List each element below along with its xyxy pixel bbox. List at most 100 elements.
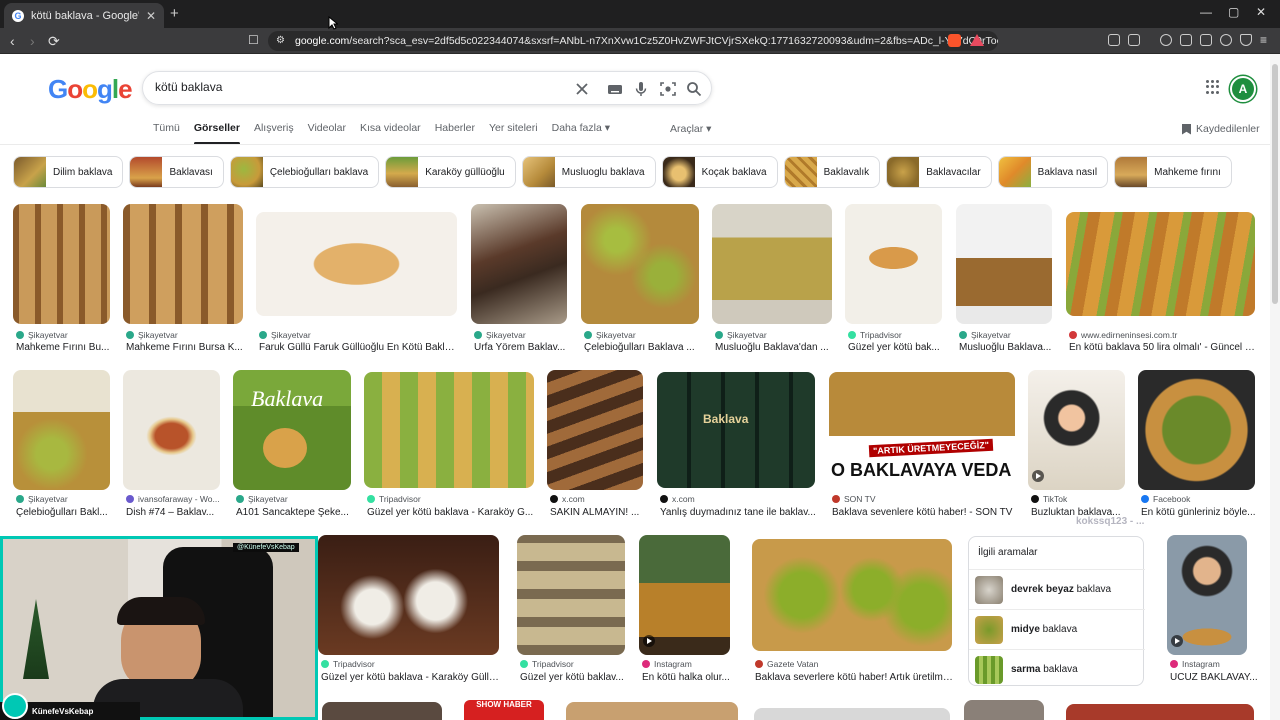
result-source: Tripadvisor: [367, 494, 421, 504]
image-result[interactable]: TikTok Buzluktan baklava...: [1028, 370, 1125, 518]
baklava-piece: [263, 428, 307, 468]
site-info-icon[interactable]: ⚙: [276, 35, 285, 46]
screenshot-icon[interactable]: [1128, 34, 1140, 46]
search-icon[interactable]: [686, 81, 702, 97]
brave-shields-icon[interactable]: [948, 34, 961, 47]
image-result[interactable]: Şikayetvar Mahkeme Fırını Bu...: [13, 204, 110, 353]
image-result[interactable]: Tripadvisor Güzel yer kötü baklava - Kar…: [364, 372, 534, 518]
chip-label: Karaköy güllüoğlu: [425, 166, 505, 178]
result-source: Şikayetvar: [474, 330, 526, 340]
clear-icon[interactable]: [574, 81, 590, 97]
microphone-icon[interactable]: [633, 81, 649, 97]
result-image: [845, 204, 942, 324]
wallet-icon[interactable]: [1200, 34, 1212, 46]
image-result[interactable]: Gazete Vatan Baklava severlere kötü habe…: [752, 539, 953, 683]
sidebar-icon[interactable]: [1180, 34, 1192, 46]
result-image: [123, 370, 220, 490]
close-window-button[interactable]: ✕: [1256, 5, 1266, 19]
chip-label: Dilim baklava: [53, 166, 113, 178]
tab-places[interactable]: Yer siteleri: [489, 122, 538, 134]
image-result[interactable]: Baklava x.com Yanlış duymadınız tane ile…: [657, 372, 816, 518]
chip[interactable]: Musluoglu baklava: [521, 156, 656, 188]
chip[interactable]: Koçak baklava: [661, 156, 778, 188]
image-result[interactable]: Instagram UCUZ BAKLAVAY...: [1167, 535, 1258, 683]
close-tab-icon[interactable]: ✕: [146, 9, 156, 23]
keyboard-icon[interactable]: [607, 81, 623, 97]
tools-button[interactable]: Araçlar ▾: [670, 123, 711, 135]
result-image-partial[interactable]: [964, 700, 1044, 720]
media-icon[interactable]: [1160, 34, 1172, 46]
menu-icon[interactable]: ≡: [1260, 33, 1267, 47]
bookmark-icon[interactable]: ☐: [248, 33, 259, 47]
image-result[interactable]: x.com SAKIN ALMAYIN! ...: [547, 370, 643, 518]
maximize-button[interactable]: ▢: [1228, 5, 1239, 19]
related-search-item[interactable]: midye baklava: [969, 609, 1145, 649]
chip[interactable]: Çelebioğulları baklava: [229, 156, 380, 188]
browser-tab[interactable]: G kötü baklava - Google'da Ara ✕: [4, 3, 164, 28]
image-result[interactable]: Şikayetvar Faruk Güllü Faruk Güllüoğlu E…: [256, 212, 458, 353]
back-icon[interactable]: ‹: [10, 33, 15, 49]
result-image: [13, 204, 110, 324]
google-logo[interactable]: Google: [48, 74, 133, 105]
image-result[interactable]: Instagram En kötü halka olur...: [639, 535, 730, 683]
image-result[interactable]: "ARTIK ÜRETMEYECEĞİZ" O BAKLAVAYA VEDA E…: [829, 372, 1015, 518]
chip-label: Baklava nasıl: [1037, 166, 1098, 178]
scrollbar-thumb[interactable]: [1272, 64, 1278, 304]
image-result[interactable]: Facebook En kötü günleriniz böyle...: [1138, 370, 1256, 518]
forward-icon[interactable]: ›: [30, 33, 35, 49]
tab-all[interactable]: Tümü: [153, 122, 180, 134]
related-searches-title: İlgili aramalar: [978, 547, 1038, 558]
image-result[interactable]: Şikayetvar Mahkeme Fırını Bursa K...: [123, 204, 243, 353]
tab-short-videos[interactable]: Kısa videolar: [360, 122, 421, 134]
image-result[interactable]: Baklava Şikayetvar A101 Sancaktepe Şeke.…: [233, 370, 351, 518]
result-caption: Urfa Yörem Baklav...: [474, 342, 566, 353]
result-image-partial[interactable]: SHOW HABER: [464, 700, 544, 720]
reload-icon[interactable]: ⟳: [48, 33, 60, 50]
minimize-button[interactable]: —: [1200, 5, 1212, 19]
vpn-icon[interactable]: [1240, 34, 1252, 46]
search-input[interactable]: [155, 80, 555, 94]
lens-icon[interactable]: [660, 81, 676, 97]
chip[interactable]: Karaköy güllüoğlu: [385, 156, 516, 188]
chip[interactable]: Mahkeme fırını: [1114, 156, 1232, 188]
result-caption: Mahkeme Fırını Bu...: [16, 342, 110, 353]
result-source: x.com: [550, 494, 585, 504]
image-result[interactable]: Tripadvisor Güzel yer kötü baklava - Kar…: [318, 535, 500, 683]
address-bar[interactable]: google.com/search?sca_esv=2df5d5c0223440…: [268, 31, 998, 51]
tab-news[interactable]: Haberler: [435, 122, 475, 134]
result-image-partial[interactable]: [754, 708, 950, 720]
image-result[interactable]: Tripadvisor Güzel yer kötü bak...: [845, 204, 942, 353]
chip[interactable]: Baklavacılar: [886, 156, 992, 188]
image-result[interactable]: Şikayetvar Urfa Yörem Baklav...: [471, 204, 567, 353]
image-result[interactable]: Şikayetvar Çelebioğulları Baklava ...: [581, 204, 699, 353]
extensions-icon[interactable]: [1108, 34, 1120, 46]
page-scrollbar[interactable]: [1270, 54, 1280, 720]
image-result[interactable]: www.edirneninsesi.com.tr En kötü baklava…: [1066, 212, 1256, 353]
image-result[interactable]: ivansofaraway - Wo... Dish #74 – Baklav.…: [123, 370, 220, 518]
image-result[interactable]: Şikayetvar Musluoğlu Baklava...: [956, 204, 1052, 353]
tab-images[interactable]: Görseller: [193, 122, 241, 145]
account-avatar[interactable]: A: [1230, 76, 1256, 102]
tab-more[interactable]: Daha fazla ▾: [552, 122, 610, 134]
chip[interactable]: Baklava nasıl: [997, 156, 1109, 188]
image-result[interactable]: Şikayetvar Musluoğlu Baklava'dan ...: [712, 204, 832, 353]
result-image-partial[interactable]: [566, 702, 738, 720]
result-source: Şikayetvar: [584, 330, 636, 340]
chip[interactable]: Baklavası: [129, 156, 224, 188]
image-result[interactable]: Tripadvisor Güzel yer kötü baklav...: [517, 535, 625, 683]
google-apps-icon[interactable]: [1206, 80, 1220, 94]
ai-icon[interactable]: [1220, 34, 1232, 46]
rewards-icon[interactable]: [970, 34, 984, 46]
related-search-item[interactable]: sarma baklava: [969, 649, 1145, 689]
tab-videos[interactable]: Videolar: [308, 122, 346, 134]
tab-shopping[interactable]: Alışveriş: [254, 122, 294, 134]
chip[interactable]: Baklavalık: [783, 156, 881, 188]
result-image-partial[interactable]: [1066, 704, 1254, 720]
chip[interactable]: Dilim baklava: [13, 156, 124, 188]
related-search-item[interactable]: devrek beyaz baklava: [969, 569, 1145, 609]
saved-button[interactable]: Kaydedilenler: [1182, 123, 1260, 135]
result-image-partial[interactable]: [322, 702, 442, 720]
chip-thumbnail: [887, 157, 920, 187]
image-result[interactable]: Şikayetvar Çelebioğulları Bakl...: [13, 370, 110, 518]
new-tab-button[interactable]: +: [170, 5, 179, 22]
